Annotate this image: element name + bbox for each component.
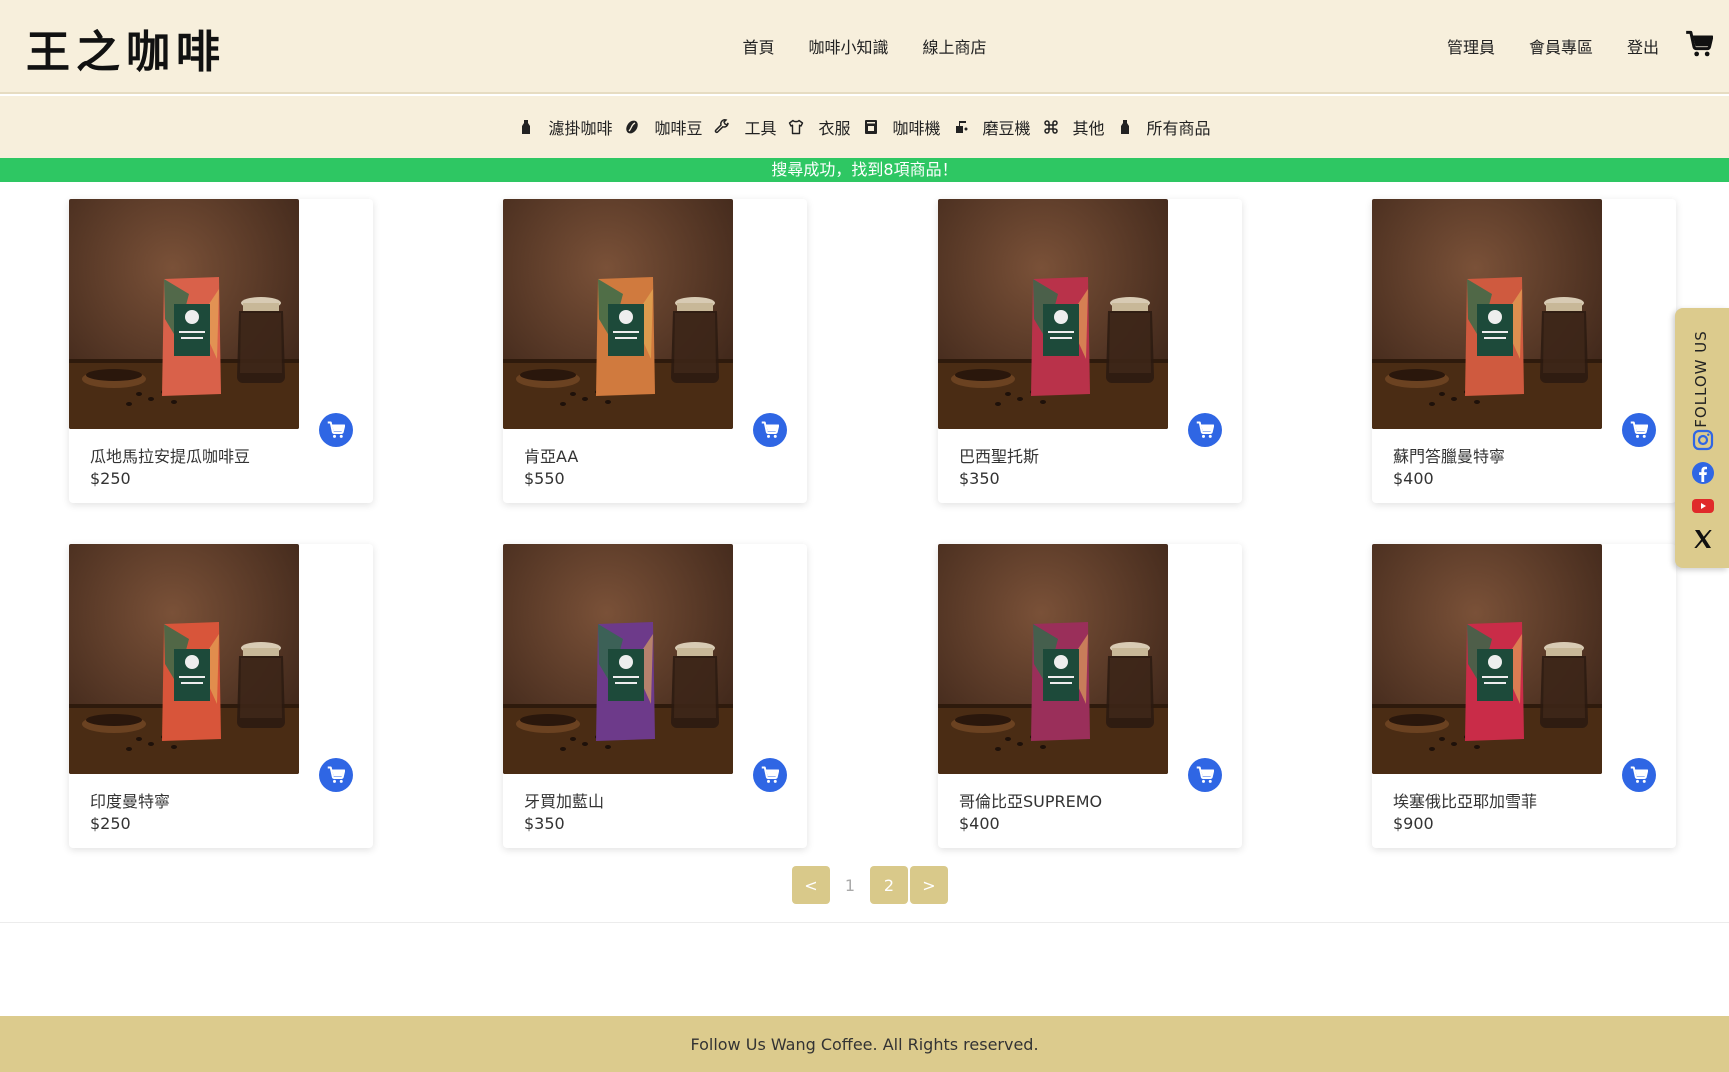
cart-icon: [1196, 421, 1214, 438]
category-all-products[interactable]: 所有商品: [1117, 115, 1211, 139]
site-footer: Follow Us Wang Coffee. All Rights reserv…: [0, 1016, 1729, 1072]
prev-page-button[interactable]: <: [792, 866, 830, 904]
bean-icon: [626, 120, 639, 134]
add-to-cart-button[interactable]: [319, 413, 353, 447]
product-card[interactable]: 埃塞俄比亞耶加雪菲 $900: [1372, 544, 1676, 848]
cart-icon: [327, 421, 345, 438]
category-label: 衣服: [818, 119, 851, 138]
category-other[interactable]: 其他: [1043, 115, 1105, 139]
add-to-cart-button[interactable]: [753, 413, 787, 447]
category-label: 咖啡機: [892, 119, 941, 138]
category-label: 濾掛咖啡: [548, 119, 613, 138]
category-drip-coffee[interactable]: 濾掛咖啡: [518, 115, 612, 139]
category-label: 所有商品: [1146, 119, 1211, 138]
add-to-cart-button[interactable]: [1188, 758, 1222, 792]
product-price: $550: [524, 469, 565, 488]
product-grid: 瓜地馬拉安提瓜咖啡豆 $250 肯亞AA $550 巴西聖托斯 $350 蘇門答…: [69, 199, 1677, 849]
bottle-icon: [522, 120, 531, 134]
product-image[interactable]: [938, 199, 1168, 429]
product-image[interactable]: [69, 544, 299, 774]
command-icon: [1043, 120, 1058, 134]
instagram-icon[interactable]: [1691, 428, 1715, 452]
category-label: 咖啡豆: [654, 119, 703, 138]
nav-online-store[interactable]: 線上商店: [923, 34, 987, 58]
cart-icon[interactable]: [1685, 30, 1713, 58]
product-card[interactable]: 巴西聖托斯 $350: [938, 199, 1242, 503]
category-label: 磨豆機: [982, 119, 1031, 138]
product-name: 埃塞俄比亞耶加雪菲: [1393, 792, 1538, 811]
next-page-button[interactable]: >: [910, 866, 948, 904]
nav-admin[interactable]: 管理員: [1447, 34, 1495, 58]
facebook-icon[interactable]: [1691, 461, 1715, 485]
cart-icon: [1196, 766, 1214, 783]
bottle-icon: [1120, 120, 1129, 134]
product-image[interactable]: [938, 544, 1168, 774]
cart-icon: [1630, 766, 1648, 783]
footer-text: Follow Us Wang Coffee. All Rights reserv…: [690, 1034, 1039, 1054]
product-price: $350: [959, 469, 1000, 488]
machine-icon: [864, 120, 877, 134]
product-name: 印度曼特寧: [90, 792, 171, 811]
product-image[interactable]: [1372, 199, 1602, 429]
product-card[interactable]: 瓜地馬拉安提瓜咖啡豆 $250: [69, 199, 373, 503]
product-image[interactable]: [503, 199, 733, 429]
product-price: $350: [524, 814, 565, 833]
add-to-cart-button[interactable]: [753, 758, 787, 792]
cart-icon: [761, 421, 779, 438]
product-name: 蘇門答臘曼特寧: [1393, 447, 1506, 466]
product-image[interactable]: [1372, 544, 1602, 774]
follow-us-label: FOLLOW US: [1692, 330, 1710, 428]
product-name: 肯亞AA: [524, 447, 579, 466]
nav-coffee-knowledge[interactable]: 咖啡小知識: [808, 34, 888, 58]
product-price: $400: [959, 814, 1000, 833]
x-icon[interactable]: [1691, 527, 1715, 551]
cart-icon: [327, 766, 345, 783]
product-name: 瓜地馬拉安提瓜咖啡豆: [90, 447, 251, 466]
search-success-alert: 搜尋成功，找到8項商品！: [0, 158, 1729, 182]
category-clothes[interactable]: 衣服: [788, 115, 851, 139]
follow-us-panel: FOLLOW US: [1675, 308, 1729, 568]
content-divider: [0, 922, 1729, 923]
category-coffee-beans[interactable]: 咖啡豆: [624, 115, 702, 139]
product-card[interactable]: 蘇門答臘曼特寧 $400: [1372, 199, 1676, 503]
nav-logout[interactable]: 登出: [1627, 34, 1659, 58]
top-header: 王之咖啡 首頁 咖啡小知識 線上商店 管理員 會員專區 登出: [0, 0, 1729, 94]
youtube-icon[interactable]: [1691, 494, 1715, 518]
product-name: 哥倫比亞SUPREMO: [959, 792, 1103, 811]
cart-icon: [761, 766, 779, 783]
product-card[interactable]: 哥倫比亞SUPREMO $400: [938, 544, 1242, 848]
nav-member-area[interactable]: 會員專區: [1529, 34, 1593, 58]
product-price: $900: [1393, 814, 1434, 833]
product-price: $250: [90, 814, 131, 833]
product-name: 牙買加藍山: [524, 792, 605, 811]
add-to-cart-button[interactable]: [1622, 413, 1656, 447]
category-tools[interactable]: 工具: [714, 115, 776, 139]
page-2-button[interactable]: 2: [870, 866, 908, 904]
product-name: 巴西聖托斯: [959, 447, 1040, 466]
shirt-icon: [789, 119, 804, 135]
grinder-icon: [955, 121, 968, 133]
category-label: 工具: [744, 119, 777, 138]
product-price: $400: [1393, 469, 1434, 488]
product-card[interactable]: 牙買加藍山 $350: [503, 544, 807, 848]
wrench-icon: [715, 119, 730, 134]
category-coffee-machine[interactable]: 咖啡機: [863, 115, 941, 139]
product-image[interactable]: [503, 544, 733, 774]
product-card[interactable]: 印度曼特寧 $250: [69, 544, 373, 848]
nav-home[interactable]: 首頁: [742, 34, 774, 58]
product-card[interactable]: 肯亞AA $550: [503, 199, 807, 503]
category-bar: 濾掛咖啡 咖啡豆 工具 衣服 咖啡機 磨豆機 其他 所有商品: [0, 96, 1729, 158]
page-1-button[interactable]: 1: [832, 866, 868, 904]
add-to-cart-button[interactable]: [319, 758, 353, 792]
category-grinder[interactable]: 磨豆機: [953, 115, 1031, 139]
add-to-cart-button[interactable]: [1188, 413, 1222, 447]
add-to-cart-button[interactable]: [1622, 758, 1656, 792]
pagination: < 1 2 >: [792, 866, 948, 904]
category-label: 其他: [1072, 119, 1105, 138]
product-image[interactable]: [69, 199, 299, 429]
user-nav: 管理員 會員專區 登出: [1447, 34, 1659, 58]
cart-icon: [1630, 421, 1648, 438]
product-price: $250: [90, 469, 131, 488]
